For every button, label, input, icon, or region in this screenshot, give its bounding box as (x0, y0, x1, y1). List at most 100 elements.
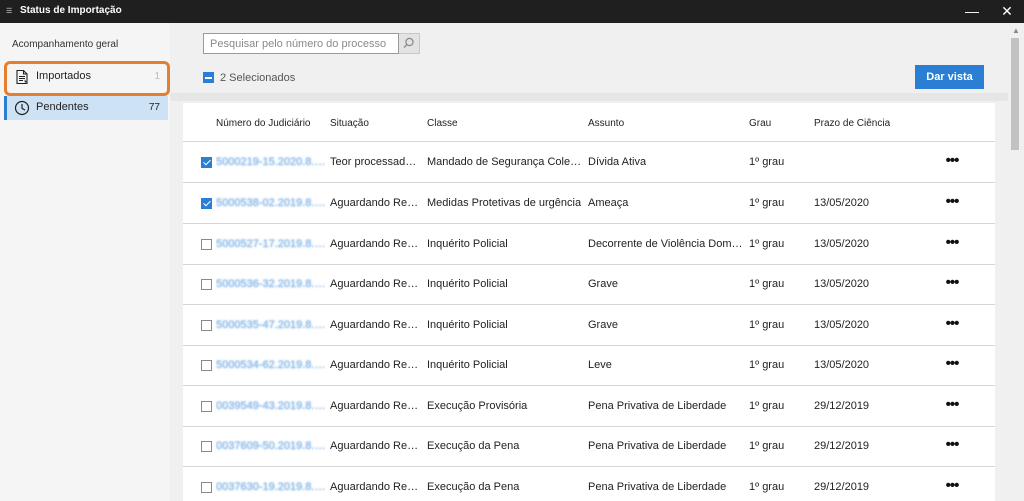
process-number-link[interactable]: 5000538-02.2019.8.12.0001 (216, 197, 326, 209)
row-checkbox[interactable] (201, 441, 212, 452)
document-icon (16, 69, 28, 85)
selected-count: 2 Selecionados (220, 72, 296, 84)
grau-cell: 1º grau (749, 359, 785, 371)
app-icon: ☰ (6, 8, 13, 15)
search-icon (403, 37, 414, 48)
process-number-link[interactable]: 5000534-62.2019.8.12.0001 (216, 359, 326, 371)
dar-vista-button[interactable]: Dar vista (915, 65, 984, 89)
table-row[interactable]: 5000534-62.2019.8.12.0001 Aguardando Rec… (183, 345, 995, 386)
classe-cell: Inquérito Policial (427, 278, 508, 290)
process-number-link[interactable]: 5000219-15.2020.8.12.0001 (216, 156, 326, 168)
classe-cell: Execução Provisória (427, 400, 528, 412)
process-number-link[interactable]: 5000535-47.2019.8.12.0001 (216, 319, 326, 331)
classe-cell: Inquérito Policial (427, 359, 508, 371)
table-header: Número do Judiciário Situação Classe Ass… (183, 103, 995, 142)
vertical-scrollbar[interactable]: ▲ (1008, 23, 1024, 501)
process-number-link[interactable]: 0039549-43.2019.8.12.0001 (216, 400, 326, 412)
sidebar-item-label: Importados (36, 70, 92, 82)
process-number-link[interactable]: 5000536-32.2019.8.12.0001 (216, 278, 326, 290)
column-header-prazo[interactable]: Prazo de Ciência (814, 118, 890, 129)
prazo-cell: 13/05/2020 (814, 238, 870, 250)
table-row[interactable]: 5000527-17.2019.8.12.0001 Aguardando Rec… (183, 224, 995, 265)
select-all-checkbox[interactable] (203, 72, 214, 83)
process-number-link[interactable]: 0037630-19.2019.8.12.0001 (216, 481, 326, 493)
assunto-cell: Decorrente de Violência Doméstica (588, 238, 746, 250)
table-row[interactable]: 5000538-02.2019.8.12.0001 Aguardando Rec… (183, 183, 995, 224)
grau-cell: 1º grau (749, 197, 785, 209)
assunto-cell: Ameaça (588, 197, 629, 209)
column-header-classe[interactable]: Classe (427, 118, 458, 129)
more-options-icon[interactable]: ••• (940, 353, 964, 375)
table-row[interactable]: 0039549-43.2019.8.12.0001 Aguardando Rec… (183, 386, 995, 427)
table-row[interactable]: 0037630-19.2019.8.12.0001 Aguardando Rec… (183, 467, 995, 501)
row-checkbox[interactable] (201, 239, 212, 250)
situacao-cell: Teor processado ... (330, 156, 422, 168)
classe-cell: Inquérito Policial (427, 319, 508, 331)
more-options-icon[interactable]: ••• (940, 434, 964, 456)
row-checkbox[interactable] (201, 279, 212, 290)
column-header-assunto[interactable]: Assunto (588, 118, 624, 129)
app-window: ☰ Status de Importação — ✕ Acompanhament… (0, 0, 1024, 501)
sidebar: Acompanhamento geral Importados 1 Penden… (0, 23, 170, 501)
more-options-icon[interactable]: ••• (940, 232, 964, 254)
situacao-cell: Aguardando Recebimento (330, 400, 422, 412)
column-header-numero[interactable]: Número do Judiciário (216, 118, 311, 129)
close-button[interactable]: ✕ (990, 0, 1024, 23)
grau-cell: 1º grau (749, 481, 785, 493)
grau-cell: 1º grau (749, 400, 785, 412)
assunto-cell: Leve (588, 359, 612, 371)
classe-cell: Execução da Pena (427, 481, 520, 493)
title-bar: ☰ Status de Importação — ✕ (0, 0, 1024, 23)
table-row[interactable]: 5000219-15.2020.8.12.0001 Teor processad… (183, 142, 995, 183)
column-header-grau[interactable]: Grau (749, 118, 771, 129)
table-row[interactable]: 5000536-32.2019.8.12.0001 Aguardando Rec… (183, 264, 995, 305)
grau-cell: 1º grau (749, 440, 785, 452)
row-checkbox[interactable] (201, 320, 212, 331)
more-options-icon[interactable]: ••• (940, 394, 964, 416)
sidebar-item-pendentes[interactable]: Pendentes 77 (4, 96, 168, 120)
column-header-situacao[interactable]: Situação (330, 118, 369, 129)
row-checkbox[interactable] (201, 198, 212, 209)
row-checkbox[interactable] (201, 482, 212, 493)
more-options-icon[interactable]: ••• (940, 191, 964, 213)
toolbar-divider (170, 93, 1008, 101)
sidebar-item-count: 1 (154, 71, 160, 82)
sidebar-item-count: 77 (148, 102, 160, 113)
assunto-cell: Pena Privativa de Liberdade (588, 440, 727, 452)
sidebar-item-importados[interactable]: Importados 1 (4, 65, 168, 89)
row-checkbox[interactable] (201, 401, 212, 412)
situacao-cell: Aguardando Recebimento (330, 359, 422, 371)
scroll-thumb[interactable] (1011, 38, 1019, 150)
prazo-cell: 13/05/2020 (814, 319, 870, 331)
assunto-cell: Dívida Ativa (588, 156, 647, 168)
row-checkbox[interactable] (201, 157, 212, 168)
grau-cell: 1º grau (749, 278, 785, 290)
assunto-cell: Grave (588, 319, 618, 331)
grau-cell: 1º grau (749, 319, 785, 331)
prazo-cell: 13/05/2020 (814, 197, 870, 209)
search-input[interactable] (204, 34, 396, 53)
process-table: Número do Judiciário Situação Classe Ass… (183, 103, 995, 501)
process-number-link[interactable]: 0037609-50.2019.8.12.0001 (216, 440, 326, 452)
more-options-icon[interactable]: ••• (940, 150, 964, 172)
prazo-cell: 29/12/2019 (814, 400, 870, 412)
more-options-icon[interactable]: ••• (940, 313, 964, 335)
classe-cell: Inquérito Policial (427, 238, 508, 250)
row-checkbox[interactable] (201, 360, 212, 371)
situacao-cell: Aguardando Recebimento (330, 481, 422, 493)
table-row[interactable]: 5000535-47.2019.8.12.0001 Aguardando Rec… (183, 305, 995, 346)
more-options-icon[interactable]: ••• (940, 272, 964, 294)
process-number-link[interactable]: 5000527-17.2019.8.12.0001 (216, 238, 326, 250)
search-button[interactable] (399, 33, 420, 54)
minimize-button[interactable]: — (955, 0, 989, 23)
scroll-up-icon[interactable]: ▲ (1008, 25, 1024, 37)
sidebar-item-label: Pendentes (36, 101, 89, 113)
situacao-cell: Aguardando Recebimento (330, 197, 422, 209)
assunto-cell: Pena Privativa de Liberdade (588, 481, 727, 493)
situacao-cell: Aguardando Recebimento (330, 238, 422, 250)
situacao-cell: Aguardando Recebimento (330, 278, 422, 290)
clock-icon (14, 100, 30, 116)
table-row[interactable]: 0037609-50.2019.8.12.0001 Aguardando Rec… (183, 426, 995, 467)
sidebar-header[interactable]: Acompanhamento geral (12, 39, 118, 50)
more-options-icon[interactable]: ••• (940, 475, 964, 497)
